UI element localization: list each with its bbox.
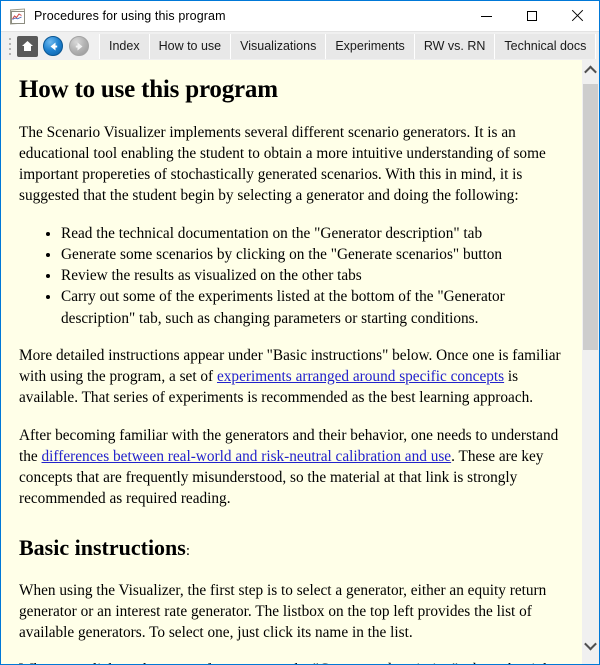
caption-button-group (464, 1, 599, 31)
section-heading-basic-instructions: Basic instructions: (19, 534, 563, 560)
application-window: Procedures for using this program Index … (0, 0, 600, 665)
drag-grip-handle[interactable] (7, 36, 12, 56)
back-button[interactable] (41, 35, 65, 58)
minimize-button[interactable] (464, 1, 509, 31)
chevron-down-icon (584, 637, 597, 651)
list-item: Review the results as visualized on the … (61, 265, 563, 286)
home-icon (21, 41, 33, 51)
content-area: How to use this program The Scenario Vis… (1, 60, 599, 664)
tab-experiments[interactable]: Experiments (326, 33, 415, 59)
link-experiments-arranged[interactable]: experiments arranged around specific con… (217, 368, 504, 385)
section-heading-text: Basic instructions (19, 534, 186, 560)
scroll-track[interactable] (582, 350, 599, 664)
tab-rw-vs-rn[interactable]: RW vs. RN (414, 33, 496, 59)
paragraph-experiments: More detailed instructions appear under … (19, 345, 563, 409)
forward-button (67, 35, 91, 58)
section-heading-colon: : (185, 542, 191, 559)
chart-glyph (12, 13, 22, 20)
list-item: Generate some scenarios by clicking on t… (61, 244, 563, 265)
scroll-down-button[interactable] (582, 637, 599, 654)
link-real-world-risk-neutral[interactable]: differences between real-world and risk-… (42, 448, 452, 465)
scrollbar-bottom-edge (582, 655, 599, 664)
maximize-icon (526, 11, 537, 21)
toolbar: Index How to use Visualizations Experime… (1, 31, 599, 60)
maximize-button[interactable] (509, 1, 554, 31)
list-item: Read the technical documentation on the … (61, 223, 563, 244)
tab-technical-docs[interactable]: Technical docs (495, 33, 597, 59)
tab-how-to-use[interactable]: How to use (149, 33, 232, 59)
paragraph-basic-usage: When using the Visualizer, the first ste… (19, 581, 547, 642)
close-button[interactable] (554, 1, 599, 31)
vertical-scrollbar[interactable] (581, 60, 599, 664)
scroll-thumb[interactable] (583, 84, 598, 350)
steps-list: Read the technical documentation on the … (19, 223, 563, 329)
home-button[interactable] (15, 35, 39, 58)
tab-visualizations[interactable]: Visualizations (231, 33, 327, 59)
intro-paragraph: The Scenario Visualizer implements sever… (19, 123, 546, 205)
tab-bar: Index How to use Visualizations Experime… (99, 33, 597, 59)
document-chart-icon (9, 8, 25, 25)
scroll-up-button[interactable] (582, 62, 599, 79)
minimize-icon (481, 15, 492, 17)
paragraph-clipped: When you click on the name of a generato… (19, 659, 563, 664)
page-title: How to use this program (19, 76, 278, 103)
back-arrow-icon (50, 42, 57, 50)
tab-index[interactable]: Index (99, 33, 150, 59)
chevron-up-icon (584, 65, 597, 79)
list-item: Carry out some of the experiments listed… (61, 286, 563, 329)
title-bar[interactable]: Procedures for using this program (1, 1, 599, 31)
window-title: Procedures for using this program (34, 9, 226, 23)
document-view: How to use this program The Scenario Vis… (1, 60, 581, 664)
paragraph-calibration: After becoming familiar with the generat… (19, 425, 563, 510)
close-icon (571, 10, 583, 22)
forward-arrow-icon (75, 42, 82, 50)
